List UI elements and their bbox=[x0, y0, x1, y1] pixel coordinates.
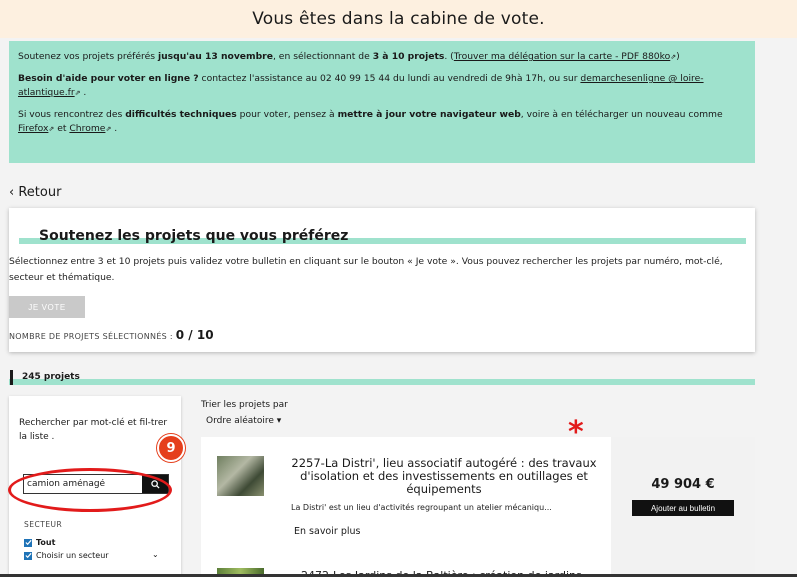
sector-option-all[interactable]: Tout bbox=[24, 538, 55, 547]
page-header: Vous êtes dans la cabine de vote. bbox=[0, 0, 797, 38]
section-divider bbox=[9, 379, 755, 385]
info-help: Besoin d'aide pour voter en ligne ? cont… bbox=[18, 73, 704, 98]
firefox-link[interactable]: Firefox bbox=[18, 123, 48, 134]
sector-heading: SECTEUR bbox=[24, 520, 63, 529]
checkbox-checked-icon bbox=[24, 551, 32, 560]
sort-label: Trier les projets par bbox=[201, 400, 288, 410]
chevron-down-icon: ⌄ bbox=[152, 550, 159, 559]
project-side-panel: 49 904 € Ajouter au bulletin bbox=[611, 437, 755, 562]
section-marker bbox=[10, 370, 13, 385]
project-thumbnail bbox=[217, 456, 264, 496]
info-technical: Si vous rencontrez des difficultés techn… bbox=[18, 109, 723, 134]
add-to-ballot-button[interactable]: Ajouter au bulletin bbox=[632, 500, 734, 516]
read-more-link[interactable]: En savoir plus bbox=[294, 526, 360, 537]
sector-option-choose[interactable]: Choisir un secteur ⌄ bbox=[24, 550, 159, 560]
results-count: 245 projets bbox=[22, 372, 80, 382]
intro-card: Soutenez les projets que vous préférez S… bbox=[9, 208, 755, 352]
filter-help-text: Rechercher par mot-clé et fil-trer la li… bbox=[19, 418, 168, 442]
back-link[interactable]: ‹ Retour bbox=[9, 185, 61, 200]
info-deadline: Soutenez vos projets préférés jusqu'au 1… bbox=[18, 51, 680, 62]
selection-count: NOMBRE DE PROJETS SÉLECTIONNÉS : 0 / 10 bbox=[9, 328, 214, 342]
project-excerpt: La Distri' est un lieu d'activités regro… bbox=[291, 503, 552, 512]
page-title: Vous êtes dans la cabine de vote. bbox=[252, 9, 545, 29]
vote-button[interactable]: JE VOTE bbox=[9, 296, 85, 318]
project-card: 2257-La Distri', lieu associatif autogér… bbox=[201, 437, 755, 562]
highlight-ring bbox=[8, 468, 172, 512]
chrome-link[interactable]: Chrome bbox=[69, 123, 105, 134]
back-label: Retour bbox=[18, 185, 62, 200]
step-badge: 9 bbox=[157, 434, 185, 462]
delegation-map-link[interactable]: Trouver ma délégation sur la carte - PDF… bbox=[454, 51, 671, 62]
project-amount: 49 904 € bbox=[651, 477, 715, 492]
checkbox-checked-icon bbox=[24, 538, 32, 547]
chevron-left-icon: ‹ bbox=[9, 185, 15, 200]
sort-dropdown[interactable]: Ordre aléatoire ▾ bbox=[206, 416, 281, 426]
info-banner: Soutenez vos projets préférés jusqu'au 1… bbox=[9, 41, 755, 163]
selection-count-value: 0 / 10 bbox=[175, 328, 214, 342]
project-title: 2257-La Distri', lieu associatif autogér… bbox=[291, 456, 597, 496]
intro-title: Soutenez les projets que vous préférez bbox=[39, 228, 349, 244]
intro-description: Sélectionnez entre 3 et 10 projets puis … bbox=[9, 256, 723, 283]
asterisk-annotation: * bbox=[568, 415, 584, 450]
